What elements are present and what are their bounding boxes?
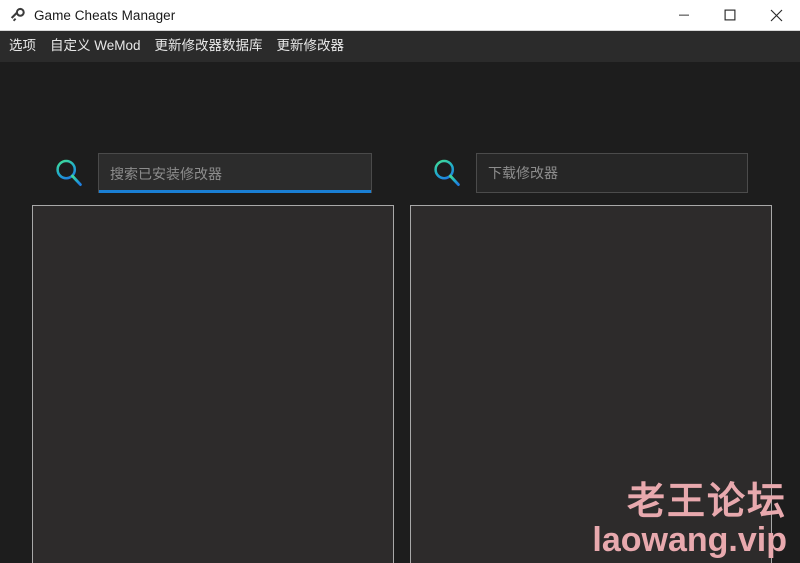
menu-item-update-trainer-database[interactable]: 更新修改器数据库 [148,34,270,60]
close-icon [770,9,783,21]
window-controls [661,0,800,30]
maximize-icon [724,9,736,21]
menu-bar: 选项 自定义 WeMod 更新修改器数据库 更新修改器 [0,31,800,62]
title-bar: Game Cheats Manager [0,0,800,31]
search-icon[interactable] [52,156,86,190]
title-bar-drag-region[interactable]: Game Cheats Manager [0,7,661,24]
menu-item-customize-wemod[interactable]: 自定义 WeMod [43,34,148,60]
installed-search-input[interactable] [99,154,371,193]
search-icon[interactable] [430,156,464,190]
download-trainers-list[interactable] [410,205,772,563]
download-search-field[interactable] [476,153,748,193]
app-window: Game Cheats Manager 选项 自定义 WeMod 更新修改器数据… [0,0,800,563]
main-content: 老王论坛 laowang.vip [0,62,800,563]
maximize-button[interactable] [707,0,753,30]
window-title: Game Cheats Manager [34,7,176,23]
installed-search-field[interactable] [98,153,372,193]
key-icon [10,7,25,21]
download-search-input[interactable] [477,154,747,192]
minimize-icon [679,14,689,16]
download-search-row [430,152,748,194]
menu-item-update-trainers[interactable]: 更新修改器 [270,34,352,60]
installed-trainers-list[interactable] [32,205,394,563]
close-button[interactable] [753,0,800,30]
installed-search-row [52,152,372,194]
minimize-button[interactable] [661,0,707,30]
menu-item-options[interactable]: 选项 [2,34,43,60]
